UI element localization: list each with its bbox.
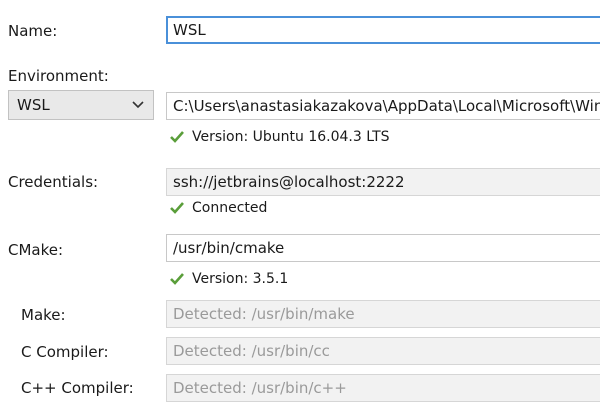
cmake-label: CMake:: [8, 241, 64, 259]
environment-select[interactable]: WSL: [8, 90, 154, 120]
cmake-path-input[interactable]: /usr/bin/cmake: [166, 234, 600, 262]
make-label: Make:: [21, 306, 66, 324]
credentials-label: Credentials:: [8, 173, 99, 191]
environment-path-field[interactable]: C:\Users\anastasiakazakova\AppData\Local…: [166, 92, 600, 120]
cmake-status-text: Version: 3.5.1: [192, 271, 289, 287]
name-input[interactable]: WSL: [166, 16, 600, 44]
check-icon: [170, 131, 184, 143]
credentials-status-text: Connected: [192, 200, 268, 216]
name-label: Name:: [8, 22, 58, 40]
cmake-status: Version: 3.5.1: [170, 270, 288, 288]
c-compiler-input[interactable]: Detected: /usr/bin/cc: [166, 337, 600, 365]
credentials-status: Connected: [170, 199, 267, 217]
chevron-down-icon: [132, 101, 144, 109]
credentials-field[interactable]: ssh://jetbrains@localhost:2222: [166, 168, 600, 196]
cpp-compiler-input[interactable]: Detected: /usr/bin/c++: [166, 374, 600, 402]
check-icon: [170, 273, 184, 285]
environment-label: Environment:: [8, 67, 109, 85]
cpp-compiler-label: C++ Compiler:: [21, 379, 134, 397]
make-input[interactable]: Detected: /usr/bin/make: [166, 300, 600, 328]
c-compiler-label: C Compiler:: [21, 343, 109, 361]
check-icon: [170, 202, 184, 214]
environment-status: Version: Ubuntu 16.04.3 LTS: [170, 128, 390, 146]
environment-select-value: WSL: [17, 96, 50, 114]
environment-status-text: Version: Ubuntu 16.04.3 LTS: [192, 129, 390, 145]
